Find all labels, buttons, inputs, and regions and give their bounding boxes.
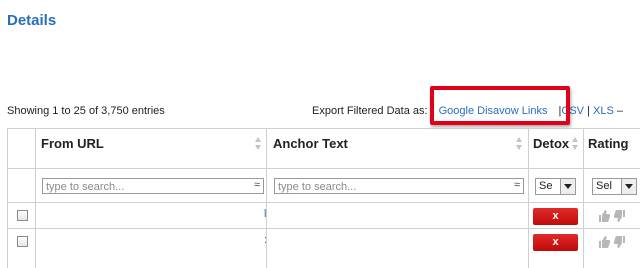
- table-divider: [7, 168, 640, 169]
- row-checkbox[interactable]: [17, 210, 28, 221]
- row-link[interactable]: :: [264, 234, 267, 246]
- thumb-down-icon[interactable]: [613, 209, 627, 223]
- column-header-anchor-text[interactable]: Anchor Text: [266, 128, 528, 160]
- csv-export-link[interactable]: CSV: [561, 105, 584, 117]
- backlinks-table: From URL Anchor Text Detox Rating ≈ ≈ Se…: [7, 128, 640, 268]
- column-header-label: Detox: [533, 136, 570, 151]
- thumb-down-icon[interactable]: [613, 235, 627, 249]
- select-value: Se: [539, 180, 553, 192]
- export-trail: –: [616, 105, 623, 117]
- chevron-down-icon[interactable]: [621, 179, 636, 194]
- google-disavow-link[interactable]: Google Disavow Links: [439, 105, 548, 117]
- export-label: Export Filtered Data as:: [312, 105, 428, 117]
- table-divider: [7, 228, 640, 229]
- anchor-text-search-input[interactable]: ≈: [274, 178, 524, 194]
- column-header-from-url[interactable]: From URL: [35, 128, 266, 160]
- page-title: Details: [7, 12, 57, 29]
- approx-icon: ≈: [253, 179, 260, 191]
- table-divider: [7, 128, 8, 268]
- from-url-search-field[interactable]: [43, 180, 253, 194]
- approx-icon: ≈: [513, 179, 520, 191]
- select-value: Sel: [596, 180, 612, 192]
- column-header-rating[interactable]: Rating: [583, 128, 640, 160]
- thumb-up-icon[interactable]: [597, 235, 611, 249]
- row-checkbox[interactable]: [17, 236, 28, 247]
- chevron-down-icon[interactable]: [560, 179, 575, 194]
- row-link[interactable]: l: [264, 208, 266, 220]
- export-separator: |: [587, 105, 590, 117]
- sort-icon: [572, 137, 579, 151]
- column-header-label: Anchor Text: [273, 136, 348, 151]
- export-bar: Export Filtered Data as: Google Disavow …: [312, 105, 623, 117]
- xls-export-link[interactable]: XLS: [593, 105, 614, 117]
- entries-info: Showing 1 to 25 of 3,750 entries: [7, 105, 165, 117]
- detox-reject-button[interactable]: x: [533, 208, 578, 225]
- rating-filter-select[interactable]: Sel: [592, 178, 637, 195]
- column-header-detox[interactable]: Detox: [528, 128, 583, 160]
- thumb-up-icon[interactable]: [597, 209, 611, 223]
- sort-icon: [255, 137, 262, 151]
- column-header-label: Rating: [588, 136, 629, 151]
- detox-filter-select[interactable]: Se: [535, 178, 576, 195]
- sort-icon: [516, 137, 523, 151]
- from-url-search-input[interactable]: ≈: [42, 178, 264, 194]
- column-header-label: From URL: [41, 136, 104, 151]
- detox-reject-button[interactable]: x: [533, 234, 578, 251]
- table-divider: [7, 202, 640, 203]
- anchor-text-search-field[interactable]: [275, 180, 513, 194]
